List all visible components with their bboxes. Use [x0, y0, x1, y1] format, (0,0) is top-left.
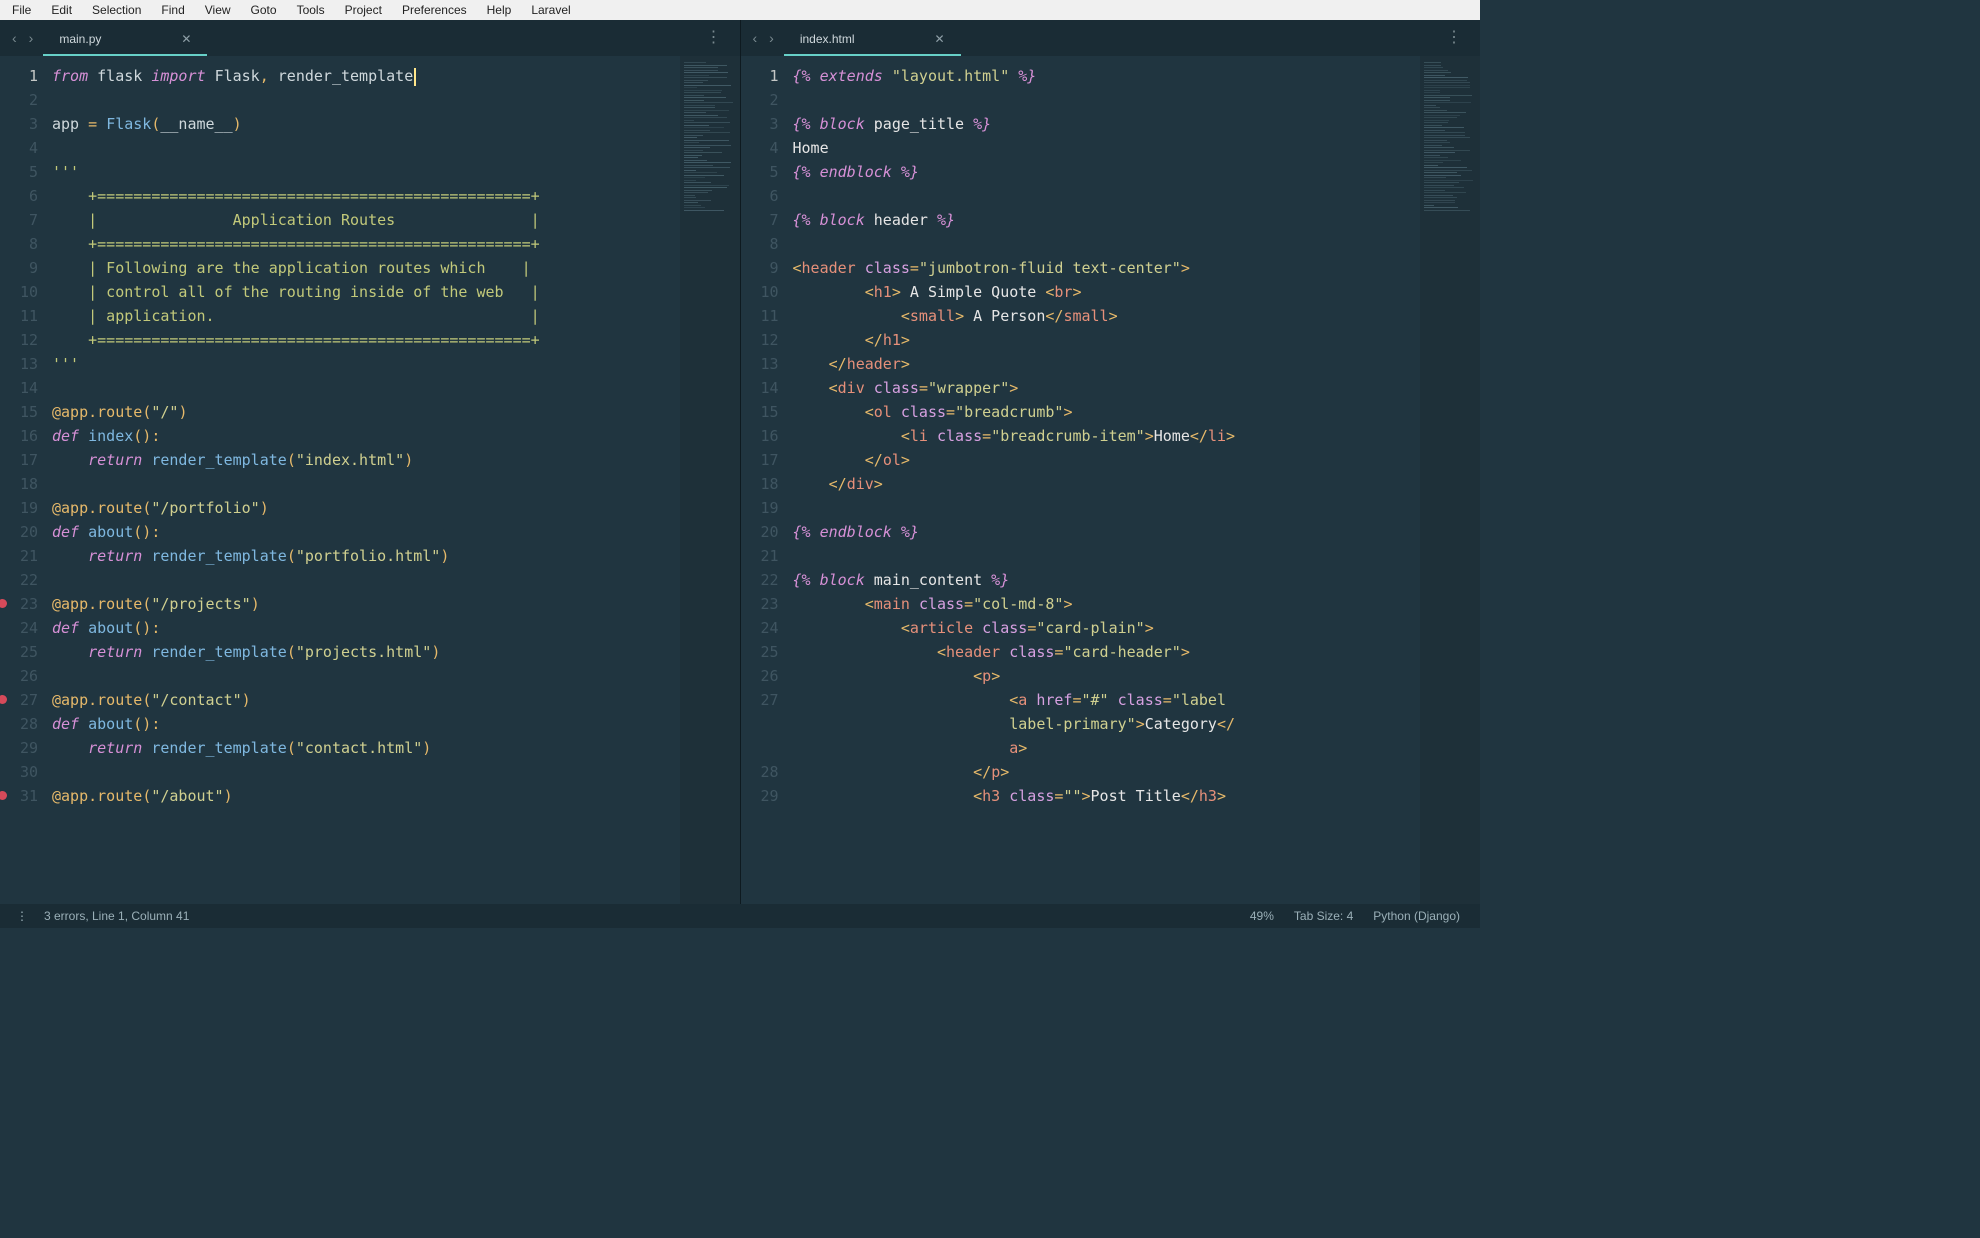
status-syntax[interactable]: Python (Django)	[1363, 909, 1470, 923]
menu-tools[interactable]: Tools	[287, 1, 335, 19]
nav-back-icon[interactable]: ‹	[12, 30, 17, 46]
code-content[interactable]: {% extends "layout.html" %} {% block pag…	[787, 56, 1421, 904]
menu-find[interactable]: Find	[151, 1, 194, 19]
status-tabsize[interactable]: Tab Size: 4	[1284, 909, 1363, 923]
menu-goto[interactable]: Goto	[241, 1, 287, 19]
nav-forward-icon[interactable]: ›	[769, 30, 774, 46]
tab-main.py[interactable]: main.py ✕	[43, 22, 207, 56]
tab-label: index.html	[800, 32, 855, 46]
menu-selection[interactable]: Selection	[82, 1, 151, 19]
menu-project[interactable]: Project	[335, 1, 392, 19]
tab-options-icon[interactable]: ⋮	[1438, 20, 1470, 56]
code-area[interactable]: 1234567891011121314151617181920212223242…	[741, 56, 1481, 904]
menu-view[interactable]: View	[195, 1, 241, 19]
status-zoom[interactable]: 49%	[1240, 909, 1284, 923]
tab-index.html[interactable]: index.html ✕	[784, 22, 961, 56]
close-icon[interactable]: ✕	[935, 32, 945, 46]
tabbar: ‹ › index.html ✕ ⋮	[741, 20, 1481, 56]
status-cursor-info[interactable]: 3 errors, Line 1, Column 41	[34, 909, 199, 923]
editor-pane-1: ‹ › index.html ✕ ⋮ 12345678910111213141516171…	[741, 20, 1481, 904]
tab-options-icon[interactable]: ⋮	[698, 20, 730, 56]
nav-back-icon[interactable]: ‹	[753, 30, 758, 46]
editor-pane-0: ‹ › main.py ✕ ⋮ 12345678910111213141516171819…	[0, 20, 741, 904]
editor-area: ‹ › main.py ✕ ⋮ 12345678910111213141516171819…	[0, 20, 1480, 904]
menu-laravel[interactable]: Laravel	[521, 1, 580, 19]
code-content[interactable]: from flask import Flask, render_template…	[46, 56, 680, 904]
minimap[interactable]	[680, 56, 740, 904]
tab-label: main.py	[59, 32, 101, 46]
status-menu-icon[interactable]: ⋮	[10, 909, 34, 923]
nav-forward-icon[interactable]: ›	[29, 30, 34, 46]
close-icon[interactable]: ✕	[181, 32, 191, 46]
menu-preferences[interactable]: Preferences	[392, 1, 477, 19]
menu-edit[interactable]: Edit	[41, 1, 82, 19]
minimap[interactable]	[1420, 56, 1480, 904]
tabbar: ‹ › main.py ✕ ⋮	[0, 20, 740, 56]
statusbar: ⋮ 3 errors, Line 1, Column 41 49% Tab Si…	[0, 904, 1480, 928]
menubar: FileEditSelectionFindViewGotoToolsProjec…	[0, 0, 1480, 20]
menu-help[interactable]: Help	[477, 1, 522, 19]
gutter[interactable]: 1234567891011121314151617181920212223242…	[0, 56, 46, 904]
menu-file[interactable]: File	[2, 1, 41, 19]
gutter[interactable]: 1234567891011121314151617181920212223242…	[741, 56, 787, 904]
code-area[interactable]: 1234567891011121314151617181920212223242…	[0, 56, 740, 904]
